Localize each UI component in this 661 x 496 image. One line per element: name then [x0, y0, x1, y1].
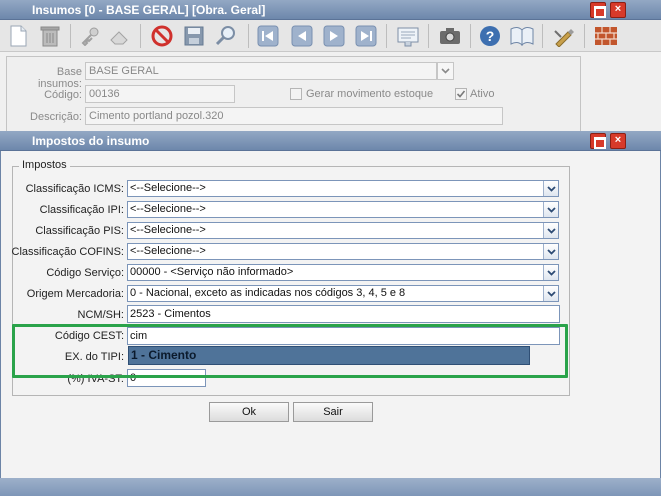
gerar-movimento-checkbox[interactable] [290, 88, 302, 100]
codigo-label: Código: [44, 89, 82, 101]
codigo-input[interactable]: 00136 [85, 85, 235, 103]
impostos-dialog-titlebar: Impostos do insumo × [0, 131, 661, 151]
base-insumos-select[interactable]: BASE GERAL [85, 62, 437, 80]
report-icon[interactable] [396, 24, 420, 48]
icms-select[interactable]: <--Selecione--> [127, 180, 559, 197]
ncm-value: 2523 - Cimentos [130, 308, 211, 320]
main-window-title: Insumos [0 - BASE GERAL] [Obra. Geral] [32, 3, 266, 17]
descricao-label: Descrição: [30, 111, 82, 123]
chevron-down-icon [441, 68, 450, 74]
icms-dropdown-button[interactable] [543, 181, 558, 196]
dialog-close-button[interactable]: × [610, 133, 626, 149]
help-icon[interactable]: ? [478, 24, 502, 48]
origem-select[interactable]: 0 - Nacional, exceto as indicadas nos có… [127, 285, 559, 302]
trash-icon[interactable] [38, 24, 62, 48]
ativo-checkbox[interactable] [455, 88, 467, 100]
origem-label: Origem Mercadoria: [26, 288, 124, 300]
descricao-value: Cimento portland pozol.320 [89, 110, 224, 122]
servico-select[interactable]: 00000 - <Serviço não informado> [127, 264, 559, 281]
icms-label: Classificação ICMS: [25, 183, 124, 195]
ncm-input[interactable]: 2523 - Cimentos [127, 305, 560, 323]
sair-button[interactable]: Sair [293, 402, 373, 422]
chevron-down-icon [546, 269, 556, 276]
servico-dropdown-button[interactable] [543, 265, 558, 280]
chevron-down-icon [546, 206, 556, 213]
origem-dropdown-button[interactable] [543, 286, 558, 301]
icms-value: <--Selecione--> [130, 182, 206, 194]
next-record-icon[interactable] [322, 24, 346, 48]
base-insumos-dropdown-button[interactable] [437, 62, 454, 80]
first-record-icon[interactable] [256, 24, 280, 48]
key-icon[interactable] [78, 24, 102, 48]
save-icon[interactable] [182, 24, 206, 48]
chevron-down-icon [546, 227, 556, 234]
chevron-down-icon [546, 248, 556, 255]
new-document-icon[interactable] [6, 24, 30, 48]
previous-record-icon[interactable] [290, 24, 314, 48]
highlight-box [12, 324, 568, 378]
maximize-button[interactable] [590, 2, 606, 18]
chevron-down-icon [546, 185, 556, 192]
pis-select[interactable]: <--Selecione--> [127, 222, 559, 239]
camera-icon[interactable] [438, 24, 462, 48]
cofins-select[interactable]: <--Selecione--> [127, 243, 559, 260]
main-window-titlebar: Insumos [0 - BASE GERAL] [Obra. Geral] × [0, 0, 661, 20]
cofins-label: Classificação COFINS: [11, 246, 124, 258]
last-record-icon[interactable] [354, 24, 378, 48]
dialog-maximize-button[interactable] [590, 133, 606, 149]
base-insumos-label: Base insumos: [37, 66, 82, 90]
origem-value: 0 - Nacional, exceto as indicadas nos có… [130, 287, 406, 299]
gerar-movimento-label: Gerar movimento estoque [306, 88, 434, 100]
book-icon[interactable] [510, 24, 534, 48]
descricao-input[interactable]: Cimento portland pozol.320 [85, 107, 503, 125]
svg-text:?: ? [486, 28, 495, 44]
cofins-dropdown-button[interactable] [543, 244, 558, 259]
ok-button[interactable]: Ok [209, 402, 289, 422]
checkmark-icon [456, 90, 466, 98]
ipi-select[interactable]: <--Selecione--> [127, 201, 559, 218]
ncm-label: NCM/SH: [77, 309, 124, 321]
cancel-icon[interactable] [150, 24, 174, 48]
close-button[interactable]: × [610, 2, 626, 18]
servico-label: Código Serviço: [46, 267, 124, 279]
ipi-dropdown-button[interactable] [543, 202, 558, 217]
codigo-value: 00136 [89, 88, 120, 100]
search-icon[interactable] [214, 24, 238, 48]
edit-tools-icon[interactable] [552, 24, 576, 48]
servico-value: 00000 - <Serviço não informado> [130, 266, 294, 278]
pis-label: Classificação PIS: [35, 225, 124, 237]
pis-dropdown-button[interactable] [543, 223, 558, 238]
ativo-label: Ativo [470, 88, 495, 100]
toolbar: ? [0, 20, 661, 52]
base-insumos-value: BASE GERAL [89, 65, 159, 77]
chevron-down-icon [546, 290, 556, 297]
pis-value: <--Selecione--> [130, 224, 206, 236]
ipi-label: Classificação IPI: [39, 204, 124, 216]
cofins-value: <--Selecione--> [130, 245, 206, 257]
ipi-value: <--Selecione--> [130, 203, 206, 215]
impostos-dialog-title: Impostos do insumo [32, 134, 150, 148]
impostos-group-label: Impostos [19, 159, 70, 171]
status-bar [0, 478, 661, 496]
eraser-icon[interactable] [108, 24, 132, 48]
bricks-icon[interactable] [594, 24, 618, 48]
